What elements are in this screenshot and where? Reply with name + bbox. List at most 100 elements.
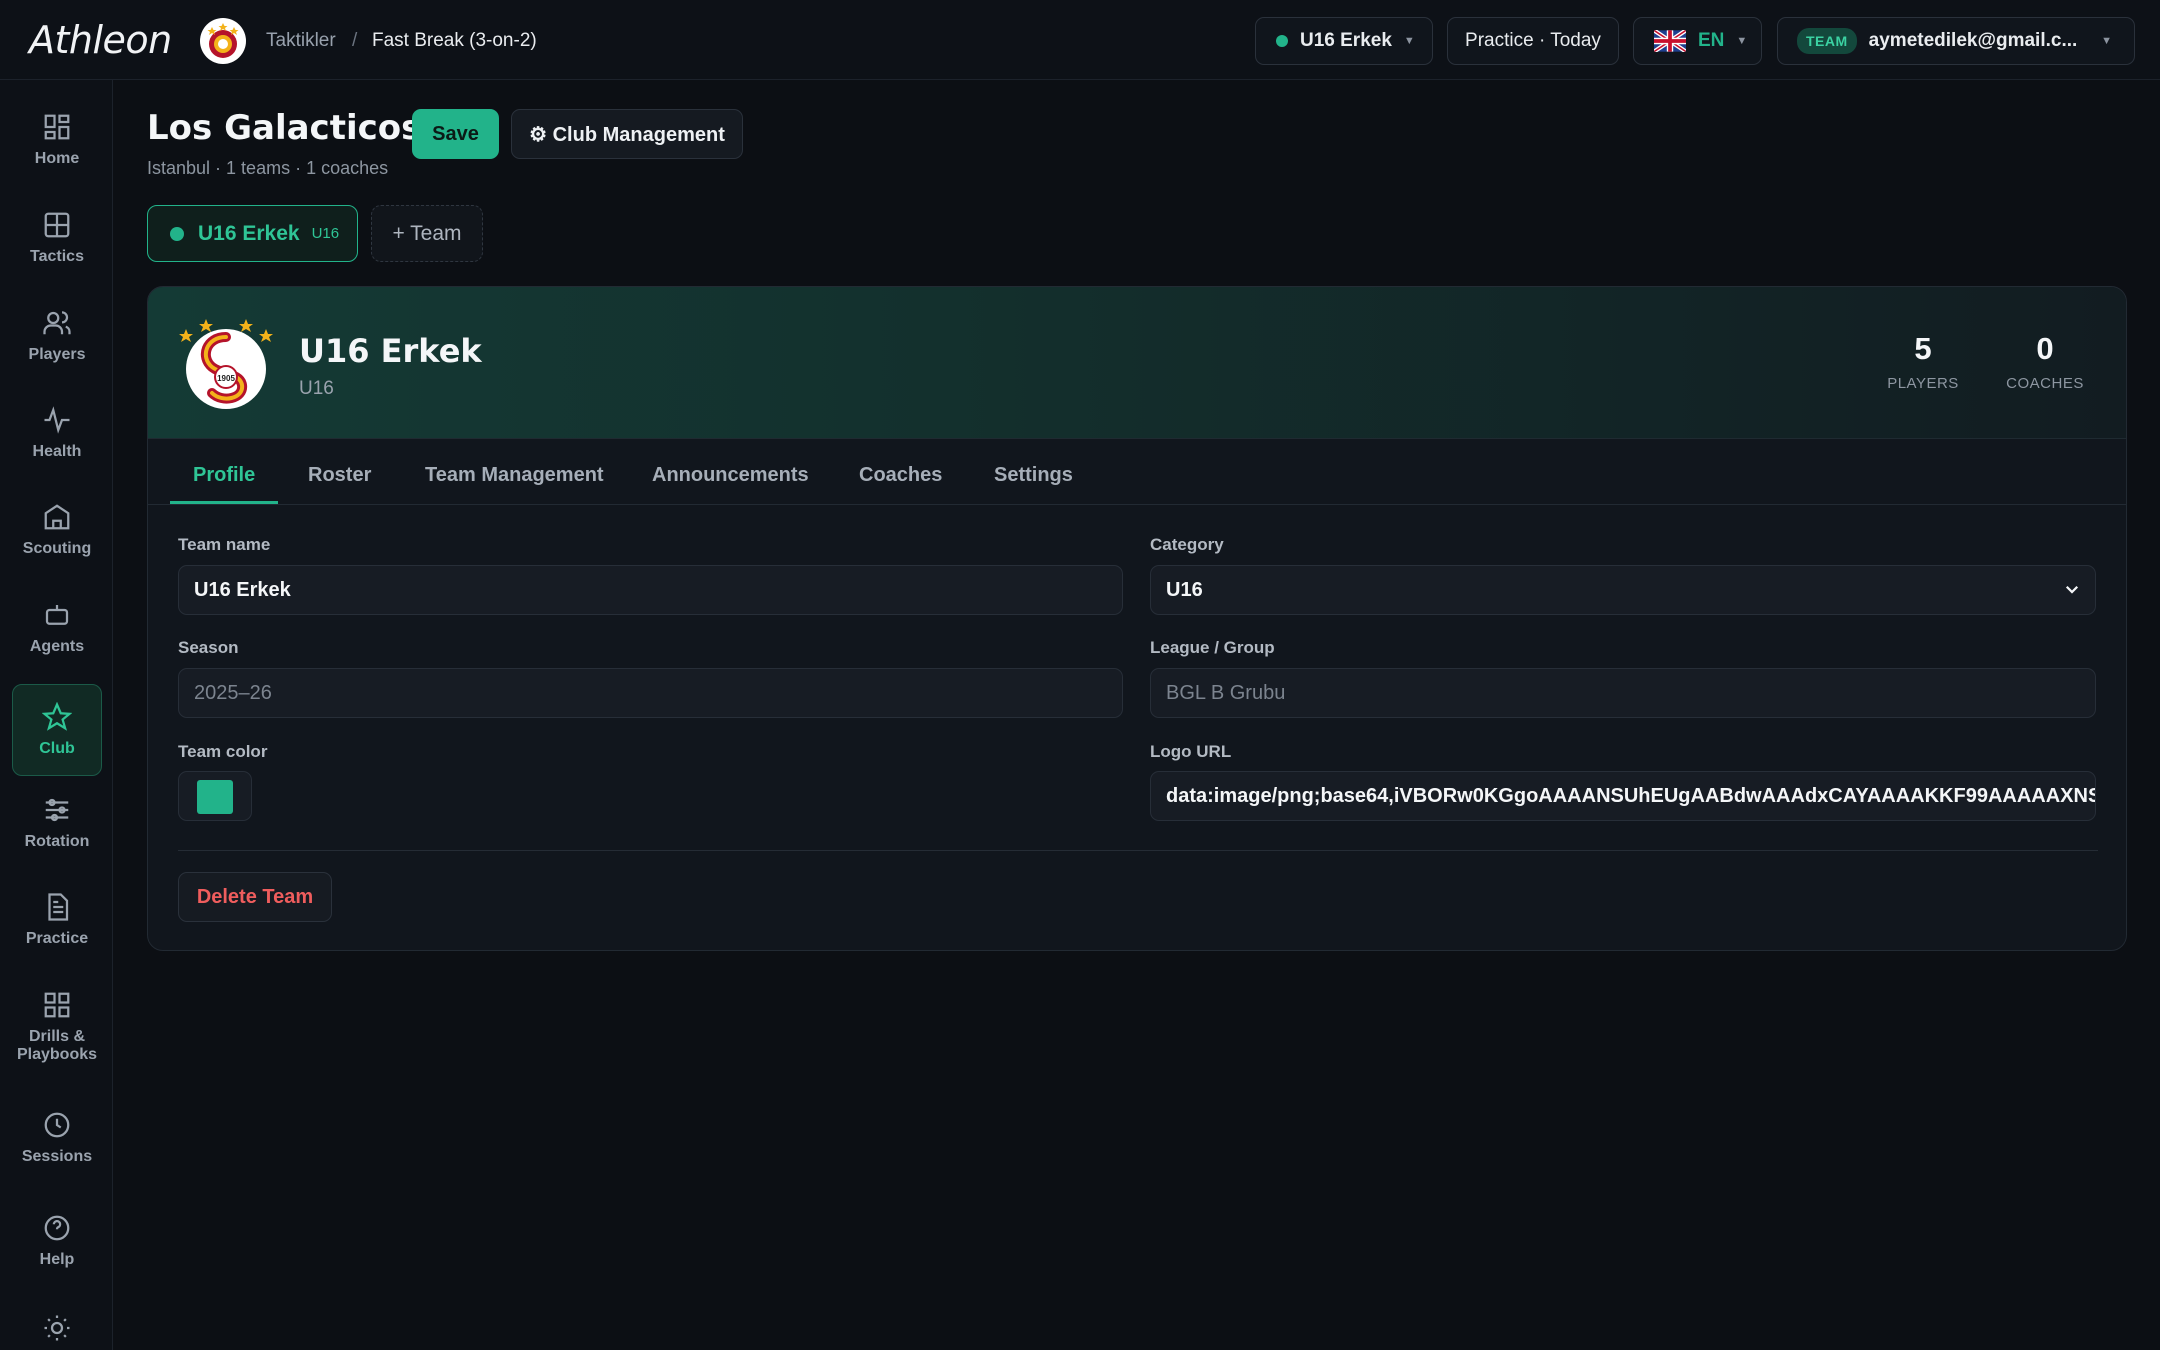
status-dot	[170, 226, 184, 241]
club-subtitle: Istanbul · 1 teams · 1 coaches	[147, 158, 389, 178]
team-tab-category: U16	[311, 225, 340, 242]
team-name-input[interactable]: U16 Erkek	[178, 565, 1123, 615]
sidebar: Home Tactics Players Health Scouting Age…	[0, 80, 113, 1350]
team-color-picker[interactable]	[178, 771, 252, 821]
tab-settings[interactable]: Settings	[994, 464, 1073, 487]
brand-logo[interactable]: Athleon	[29, 18, 172, 62]
club-management-button[interactable]: ⚙ Club Management	[511, 109, 743, 159]
add-team-button[interactable]: + Team	[371, 205, 483, 262]
sidebar-item-practice[interactable]: Practice	[12, 892, 102, 948]
active-tab-indicator	[170, 501, 278, 504]
sidebar-item-label: Club	[39, 740, 75, 757]
language-selector[interactable]: EN ▼	[1633, 17, 1762, 65]
team-title: U16 Erkek	[299, 332, 482, 370]
team-selector[interactable]: U16 Erkek ▼	[1255, 17, 1433, 65]
practice-button[interactable]: Practice · Today	[1447, 17, 1619, 65]
practice-label: Practice · Today	[1465, 30, 1601, 51]
logo-year: 1905	[217, 374, 235, 383]
top-bar: Athleon Taktikler / Fast Break (3-on-2) …	[0, 0, 2160, 80]
season-label: Season	[178, 638, 239, 657]
sidebar-item-label: Drills & Playbooks	[16, 1028, 98, 1063]
uk-flag-icon	[1654, 30, 1686, 52]
language-label: EN	[1698, 30, 1725, 51]
league-input[interactable]: BGL B Grubu	[1150, 668, 2096, 718]
coaches-stat: 0 COACHES	[2000, 331, 2090, 392]
sliders-icon	[45, 798, 69, 822]
star-icon	[42, 702, 72, 731]
category-select[interactable]: U16	[1150, 565, 2096, 615]
sidebar-item-scouting[interactable]: Scouting	[12, 502, 102, 558]
tab-team-management[interactable]: Team Management	[425, 464, 604, 487]
home-icon	[44, 114, 70, 140]
agents-icon	[45, 605, 69, 625]
sidebar-item-sessions[interactable]: Sessions	[12, 1110, 102, 1166]
players-caption: PLAYERS	[1887, 375, 1959, 392]
category-label: Category	[1150, 535, 1224, 554]
page-title: Los Galacticos	[147, 108, 422, 148]
club-crest-icon	[200, 18, 246, 64]
coaches-caption: COACHES	[2006, 375, 2084, 392]
delete-team-button[interactable]: Delete Team	[178, 872, 332, 922]
tactics-icon	[44, 212, 70, 238]
sidebar-item-label: Tactics	[30, 248, 84, 265]
sidebar-item-club[interactable]: Club	[12, 684, 102, 776]
season-input[interactable]: 2025–26	[178, 668, 1123, 718]
tab-announcements[interactable]: Announcements	[652, 464, 809, 487]
category-value: U16	[1166, 578, 1203, 601]
sidebar-item-label: Practice	[25, 930, 89, 947]
sun-icon	[44, 1315, 70, 1341]
team-logo: 1905	[179, 319, 273, 409]
color-swatch	[197, 780, 233, 814]
team-category: U16	[299, 378, 334, 399]
logo-url-label: Logo URL	[1150, 742, 1232, 761]
team-selector-label: U16 Erkek	[1300, 30, 1392, 51]
divider	[178, 850, 2098, 851]
chevron-down-icon	[2065, 585, 2079, 594]
user-menu[interactable]: TEAM aymetedilek@gmail.c... ▼	[1777, 17, 2135, 65]
health-icon	[44, 406, 70, 434]
sidebar-item-help[interactable]: Help	[12, 1213, 102, 1269]
sidebar-item-label: Sessions	[21, 1148, 93, 1165]
team-badge: TEAM	[1797, 28, 1857, 54]
sidebar-item-health[interactable]: Health	[12, 405, 102, 461]
sidebar-item-home[interactable]: Home	[12, 112, 102, 168]
chevron-down-icon: ▼	[2101, 35, 2112, 47]
sidebar-item-tactics[interactable]: Tactics	[12, 210, 102, 266]
tab-profile[interactable]: Profile	[193, 464, 255, 487]
team-tab-label: U16 Erkek	[198, 221, 300, 245]
coaches-count: 0	[2036, 331, 2054, 366]
tab-roster[interactable]: Roster	[308, 464, 371, 487]
players-stat: 5 PLAYERS	[1878, 331, 1968, 392]
team-card: 1905 U16 Erkek U16 5 PLAYERS 0 COACHES P…	[147, 286, 2127, 951]
team-name-label: Team name	[178, 535, 271, 554]
theme-toggle[interactable]	[12, 1313, 102, 1350]
breadcrumb-separator: /	[352, 30, 358, 51]
sidebar-item-rotation[interactable]: Rotation	[12, 795, 102, 851]
status-dot	[1276, 35, 1288, 47]
chevron-down-icon: ▼	[1403, 35, 1415, 47]
chevron-down-icon: ▼	[1736, 35, 1748, 47]
team-tabs: Profile Roster Team Management Announcem…	[148, 439, 2126, 505]
sidebar-item-label: Rotation	[24, 833, 90, 850]
clock-icon	[44, 1112, 70, 1138]
logo-url-input[interactable]: data:image/png;base64,iVBORw0KGgoAAAANSU…	[1150, 771, 2096, 821]
grid-icon	[44, 992, 70, 1018]
tab-coaches[interactable]: Coaches	[859, 464, 942, 487]
sidebar-item-players[interactable]: Players	[12, 308, 102, 364]
players-icon	[43, 311, 71, 335]
team-card-header: 1905 U16 Erkek U16 5 PLAYERS 0 COACHES	[148, 287, 2126, 439]
help-icon	[44, 1215, 70, 1241]
sidebar-item-label: Home	[34, 150, 80, 167]
document-icon	[48, 893, 69, 921]
scouting-icon	[44, 504, 70, 530]
breadcrumb-tactics[interactable]: Taktikler	[266, 30, 336, 52]
sidebar-item-drills[interactable]: Drills & Playbooks	[12, 990, 102, 1064]
user-email: aymetedilek@gmail.c...	[1868, 30, 2078, 51]
sidebar-item-label: Health	[32, 443, 82, 460]
sidebar-item-label: Players	[28, 346, 86, 363]
team-color-label: Team color	[178, 742, 268, 761]
players-count: 5	[1914, 331, 1932, 366]
sidebar-item-agents[interactable]: Agents	[12, 600, 102, 656]
team-tab-u16-erkek[interactable]: U16 Erkek U16	[147, 205, 358, 262]
save-button[interactable]: Save	[412, 109, 499, 159]
